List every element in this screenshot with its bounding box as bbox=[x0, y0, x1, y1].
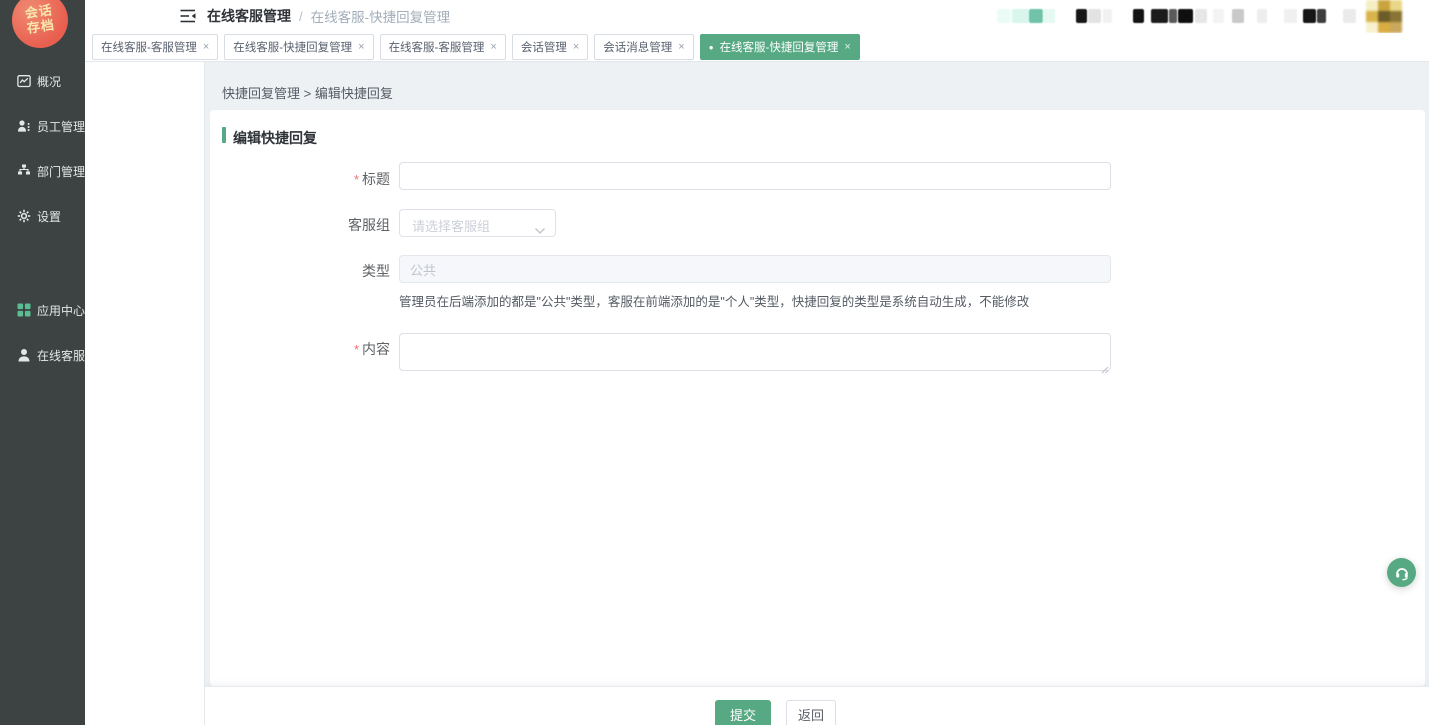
type-help-text: 管理员在后端添加的都是"公共"类型，客服在前端添加的是"个人"类型，快捷回复的类… bbox=[399, 291, 1139, 310]
type-label: 类型 bbox=[306, 261, 390, 281]
required-mark: * bbox=[354, 172, 359, 187]
sidebar-item-settings[interactable]: 设置 bbox=[0, 206, 85, 226]
app-logo[interactable]: 会话 存档 bbox=[8, 0, 71, 52]
app-logo-text: 会话 存档 bbox=[24, 3, 56, 36]
secondary-sidebar bbox=[85, 62, 205, 725]
breadcrumb-current: 在线客服-快捷回复管理 bbox=[311, 6, 451, 26]
sidebar-item-app-center[interactable]: 应用中心 bbox=[0, 300, 85, 320]
breadcrumb: 在线客服管理 / 在线客服-快捷回复管理 bbox=[207, 0, 450, 32]
back-button[interactable]: 返回 bbox=[786, 700, 836, 725]
breadcrumb-primary[interactable]: 在线客服管理 bbox=[207, 6, 291, 26]
cs-group-label: 客服组 bbox=[306, 215, 390, 235]
textarea-resize-handle-icon[interactable] bbox=[1101, 361, 1109, 369]
title-label: *标题 bbox=[306, 169, 390, 189]
sidebar-item-staff-management[interactable]: 员工管理 bbox=[0, 116, 85, 136]
select-placeholder: 请选择客服组 bbox=[412, 216, 490, 235]
type-input bbox=[399, 255, 1111, 283]
close-icon[interactable]: × bbox=[203, 41, 209, 53]
form-footer-bar: 提交 返回 bbox=[205, 687, 1429, 725]
gear-icon bbox=[17, 209, 31, 223]
active-dot-icon: ● bbox=[709, 43, 714, 52]
chevron-down-icon bbox=[535, 221, 545, 227]
page-breadcrumb: 快捷回复管理 > 编辑快捷回复 bbox=[222, 83, 393, 102]
menu-fold-icon[interactable] bbox=[180, 9, 196, 23]
submit-button[interactable]: 提交 bbox=[715, 700, 771, 725]
customer-service-icon bbox=[17, 348, 31, 362]
tab-quick-reply-management-active[interactable]: ● 在线客服-快捷回复管理 × bbox=[700, 34, 860, 60]
content-label: *内容 bbox=[306, 339, 390, 359]
sidebar-item-online-customer-service[interactable]: 在线客服 bbox=[0, 345, 85, 365]
close-icon[interactable]: × bbox=[358, 41, 364, 53]
tab-session-management[interactable]: 会话管理 × bbox=[512, 34, 588, 60]
open-tabs-bar: 在线客服-客服管理 × 在线客服-快捷回复管理 × 在线客服-客服管理 × 会话… bbox=[85, 33, 1429, 62]
primary-sidebar: 会话 存档 概况 员工管理 部门管理 设置 bbox=[0, 0, 85, 725]
cs-group-select[interactable]: 请选择客服组 bbox=[399, 209, 556, 237]
staff-icon bbox=[17, 119, 31, 133]
app-grid-icon bbox=[17, 303, 31, 317]
headset-icon bbox=[1394, 565, 1410, 581]
edit-quick-reply-card bbox=[210, 110, 1425, 686]
tab-cs-management-1[interactable]: 在线客服-客服管理 × bbox=[92, 34, 218, 60]
tab-session-message-management[interactable]: 会话消息管理 × bbox=[594, 34, 693, 60]
close-icon[interactable]: × bbox=[490, 41, 496, 53]
app-window: 会话 存档 概况 员工管理 部门管理 设置 bbox=[0, 0, 1429, 725]
title-input[interactable] bbox=[399, 162, 1111, 190]
card-title: 编辑快捷回复 bbox=[233, 128, 317, 148]
sidebar-item-overview[interactable]: 概况 bbox=[0, 71, 85, 91]
floating-service-button[interactable] bbox=[1387, 558, 1416, 587]
overview-chart-icon bbox=[17, 74, 31, 88]
tab-cs-management-2[interactable]: 在线客服-客服管理 × bbox=[380, 34, 506, 60]
close-icon[interactable]: × bbox=[678, 41, 684, 53]
content-textarea[interactable] bbox=[399, 333, 1111, 371]
department-tree-icon bbox=[17, 164, 31, 178]
tab-quick-reply-management-1[interactable]: 在线客服-快捷回复管理 × bbox=[224, 34, 373, 60]
top-header: 在线客服管理 / 在线客服-快捷回复管理 bbox=[85, 0, 1429, 33]
close-icon[interactable]: × bbox=[573, 41, 579, 53]
card-title-accent-bar bbox=[222, 127, 226, 143]
breadcrumb-separator: / bbox=[299, 9, 303, 24]
user-avatar[interactable] bbox=[1366, 0, 1402, 33]
sidebar-item-department-management[interactable]: 部门管理 bbox=[0, 161, 85, 181]
required-mark: * bbox=[354, 342, 359, 357]
close-icon[interactable]: × bbox=[844, 41, 850, 53]
